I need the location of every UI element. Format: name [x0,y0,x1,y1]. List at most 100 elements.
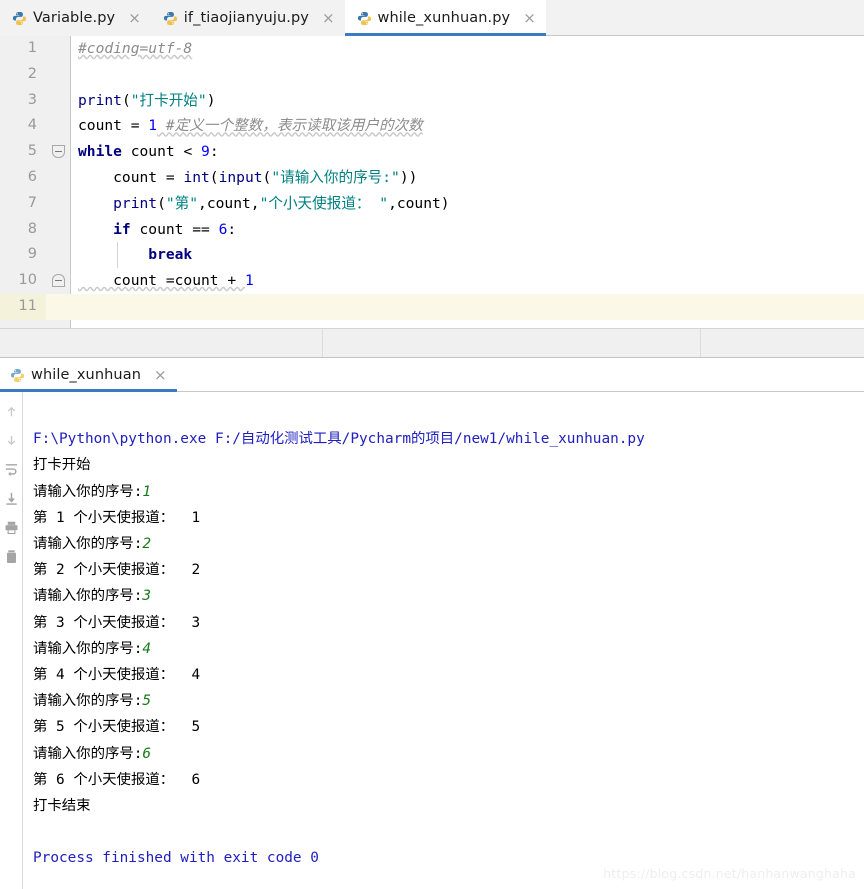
editor-tab-bar: Variable.py × if_tiaojianyuju.py × while… [0,0,864,36]
line-number: 2 [27,65,37,82]
console-command-line: F:\Python\python.exe F:/自动化测试工具/Pycharm的… [33,431,645,448]
code-row[interactable]: 8 if count == 6: [0,217,864,243]
console-user-input: 6 [142,745,152,762]
console-line: 第 2 个小天使报道： 2 [33,562,201,579]
line-number: 7 [27,194,37,211]
code-punct: ( [262,168,272,186]
code-number: 1 [148,117,158,135]
console-tab-label: while_xunhuan [31,367,141,383]
close-icon[interactable]: × [154,367,167,383]
line-number: 10 [18,272,37,289]
console-user-input: 1 [142,483,152,500]
code-punct: ) [206,91,216,109]
code-row-current[interactable]: 11 [0,293,864,320]
python-file-icon [12,11,27,25]
code-fn: print [78,194,158,212]
line-number: 11 [0,293,46,320]
clear-all-icon[interactable] [4,549,19,564]
code-editor[interactable]: 1 #coding=utf-8 2 3 print("打卡开始") 4 coun… [0,36,864,328]
code-lines: 1 #coding=utf-8 2 3 print("打卡开始") 4 coun… [0,36,864,320]
scroll-to-end-icon[interactable] [4,491,19,506]
soft-wrap-icon[interactable] [4,462,19,477]
console-user-input: 3 [142,588,152,605]
line-number: 4 [27,117,37,134]
code-string: "请输入你的序号:" [271,168,400,186]
console-user-input: 4 [142,640,152,657]
code-text: count =count + [78,272,245,290]
console-tab-while-xunhuan[interactable]: while_xunhuan × [0,358,177,392]
run-console: F:\Python\python.exe F:/自动化测试工具/Pycharm的… [0,392,864,889]
console-line: 第 6 个小天使报道： 6 [33,771,201,788]
code-row[interactable]: 9 break [0,242,864,269]
code-keyword: while [78,143,122,161]
console-prompt: 请输入你的序号: [33,536,143,553]
close-icon[interactable]: × [322,10,335,26]
line-number: 8 [27,220,37,237]
code-string: "打卡开始" [130,91,207,109]
editor-tab-if-tiaojianyuju[interactable]: if_tiaojianyuju.py × [150,0,345,36]
code-row[interactable]: 2 [0,62,864,88]
code-row[interactable]: 5 − while count < 9: [0,139,864,165]
console-prompt: 请输入你的序号: [33,693,143,710]
console-exit-line: Process finished with exit code 0 [33,850,319,867]
editor-tab-label: if_tiaojianyuju.py [183,10,309,26]
console-prompt: 请输入你的序号: [33,588,143,605]
editor-tab-label: while_xunhuan.py [377,10,511,26]
scroll-down-icon[interactable] [4,433,19,448]
code-comment: #定义一个整数，表示读取该用户的次数 [157,117,423,135]
python-file-icon [357,11,371,25]
code-punct: ( [209,168,219,186]
code-row[interactable]: 4 count = 1 #定义一个整数，表示读取该用户的次数 [0,113,864,139]
code-fn: int [183,168,210,186]
code-keyword: if [78,220,131,238]
code-string: "第" [165,194,199,212]
console-user-input: 2 [142,536,152,553]
rerun-up-icon[interactable] [4,404,19,419]
close-icon[interactable]: × [128,10,141,26]
code-text: count == [130,220,219,238]
editor-tab-label: Variable.py [33,10,116,26]
code-number: 1 [244,272,254,290]
console-line: 打卡开始 [33,457,91,474]
print-icon[interactable] [4,520,19,535]
code-row[interactable]: 7 print("第",count,"个小天使报道： ",count) [0,191,864,217]
line-number: 3 [27,91,37,108]
code-row[interactable]: 3 print("打卡开始") [0,88,864,114]
console-prompt: 请输入你的序号: [33,483,143,500]
code-row[interactable]: 6 count = int(input("请输入你的序号:")) [0,165,864,191]
line-number: 6 [27,168,37,185]
fold-region-close[interactable]: − [52,274,65,288]
code-punct: ( [157,194,166,212]
code-punct: : [227,220,237,238]
code-fn: print [78,91,122,109]
editor-tab-while-xunhuan[interactable]: while_xunhuan.py × [344,0,547,36]
code-text: count < [121,143,202,161]
code-text: count = [78,168,184,186]
code-fn: input [218,168,263,186]
line-number: 1 [27,40,37,56]
code-row[interactable]: 1 #coding=utf-8 [0,36,864,62]
close-icon[interactable]: × [523,10,536,26]
code-punct: )) [399,168,418,186]
python-run-icon [10,368,25,382]
code-comment: #coding=utf-8 [78,40,193,57]
console-prompt: 请输入你的序号: [33,640,143,657]
console-tab-bar: while_xunhuan × [0,358,864,392]
code-string: "个小天使报道： " [259,194,389,212]
code-text: ,count, [198,194,260,212]
console-line: 第 5 个小天使报道： 5 [33,719,201,736]
editor-console-splitter[interactable] [0,328,864,358]
console-line: 第 4 个小天使报道： 4 [33,667,201,684]
code-row[interactable]: 10 − count =count + 1 [0,268,864,294]
console-output[interactable]: F:\Python\python.exe F:/自动化测试工具/Pycharm的… [23,392,864,889]
code-text: count = [78,117,149,135]
console-line: 打卡结束 [33,798,91,815]
watermark: https://blog.csdn.net/hanhanwanghaha [603,866,856,881]
console-line: 第 3 个小天使报道： 3 [33,614,201,631]
code-punct: : [209,143,219,161]
line-number: 9 [27,246,37,263]
code-text: ,count) [388,194,450,212]
editor-tab-variable[interactable]: Variable.py × [0,0,151,36]
fold-region-open[interactable]: − [52,145,65,159]
code-keyword: break [78,246,193,264]
